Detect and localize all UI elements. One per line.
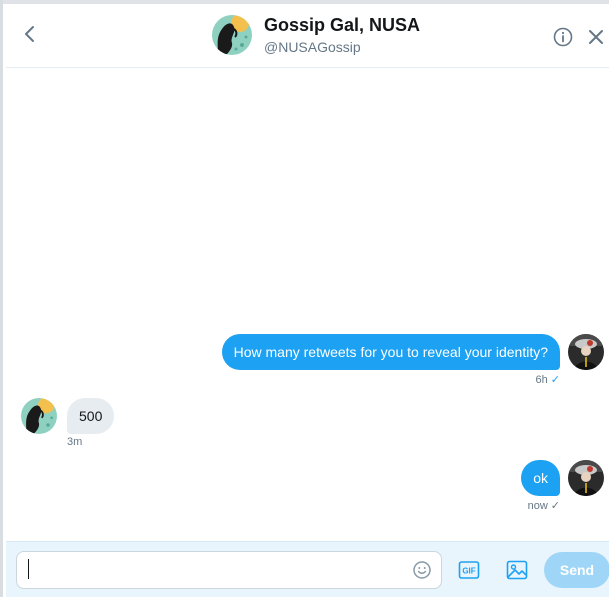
sender-avatar[interactable] [568,460,604,496]
sender-avatar-image [568,460,604,496]
recipient-avatar[interactable] [212,15,252,55]
add-media-button[interactable] [506,559,528,581]
conversation-info-button[interactable] [552,26,574,48]
message-bubble-received[interactable]: 500 [67,398,115,434]
message-bubble-sent[interactable]: ok [521,460,560,496]
gif-label: GIF [462,567,475,576]
recipient-handle: @NUSAGossip [264,39,361,55]
close-button[interactable] [586,27,606,47]
gif-icon: GIF [458,561,480,579]
emoji-icon [413,561,431,579]
sender-avatar[interactable] [568,334,604,370]
dm-conversation-window: Gossip Gal, NUSA @NUSAGossip How many re… [0,0,609,597]
chevron-left-icon [25,26,34,42]
checkmark-icon: ✓ [550,500,560,512]
image-icon [506,560,528,580]
recipient-name[interactable]: Gossip Gal, NUSA [264,15,420,36]
message-meta: now ✓ [528,499,560,512]
message-timestamp: 3m [67,436,83,448]
message-composer: GIF Send [6,541,609,597]
emoji-button[interactable] [412,560,432,580]
back-button[interactable] [18,22,42,46]
sender-avatar-image [568,334,604,370]
recipient-avatar-image [212,15,252,55]
message-meta: 6h ✓ [536,373,560,386]
gif-button[interactable]: GIF [458,559,480,581]
message-bubble-sent[interactable]: How many retweets for you to reveal your… [221,334,560,370]
info-icon [553,27,573,47]
message-timestamp: 6h [535,374,548,386]
send-button[interactable]: Send [544,552,609,588]
recipient-message-avatar[interactable] [21,398,57,434]
message-timestamp: now [527,500,548,512]
message-input[interactable] [16,551,442,589]
recipient-avatar-image [21,398,57,434]
close-icon [589,30,603,44]
message-list: How many retweets for you to reveal your… [6,69,609,541]
checkmark-icon: ✓ [550,374,560,386]
text-caret [28,559,29,579]
conversation-header: Gossip Gal, NUSA @NUSAGossip [6,4,609,68]
